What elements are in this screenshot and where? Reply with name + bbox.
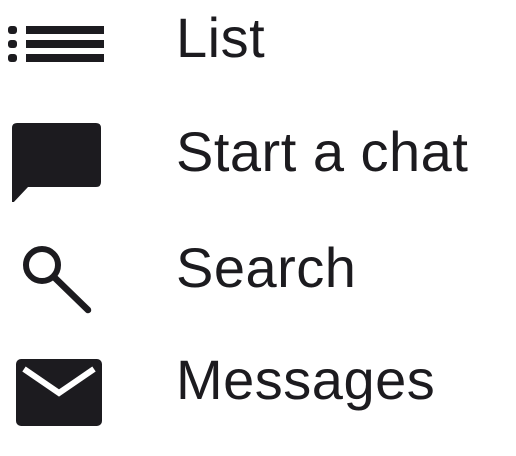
menu-item-label: Start a chat (176, 120, 469, 183)
menu-item-label: Search (176, 236, 357, 299)
search-icon (0, 218, 120, 318)
chat-bubble-icon (0, 102, 120, 202)
envelope-icon (0, 330, 120, 430)
menu-item-messages[interactable]: Messages (0, 330, 516, 430)
menu-list: List Start a chat Search Messages (0, 0, 516, 456)
list-icon (0, 0, 120, 88)
menu-item-label: Messages (176, 348, 436, 411)
menu-item-search[interactable]: Search (0, 218, 516, 318)
menu-item-start-chat[interactable]: Start a chat (0, 102, 516, 202)
menu-item-list[interactable]: List (0, 0, 516, 88)
menu-item-label: List (176, 6, 266, 69)
